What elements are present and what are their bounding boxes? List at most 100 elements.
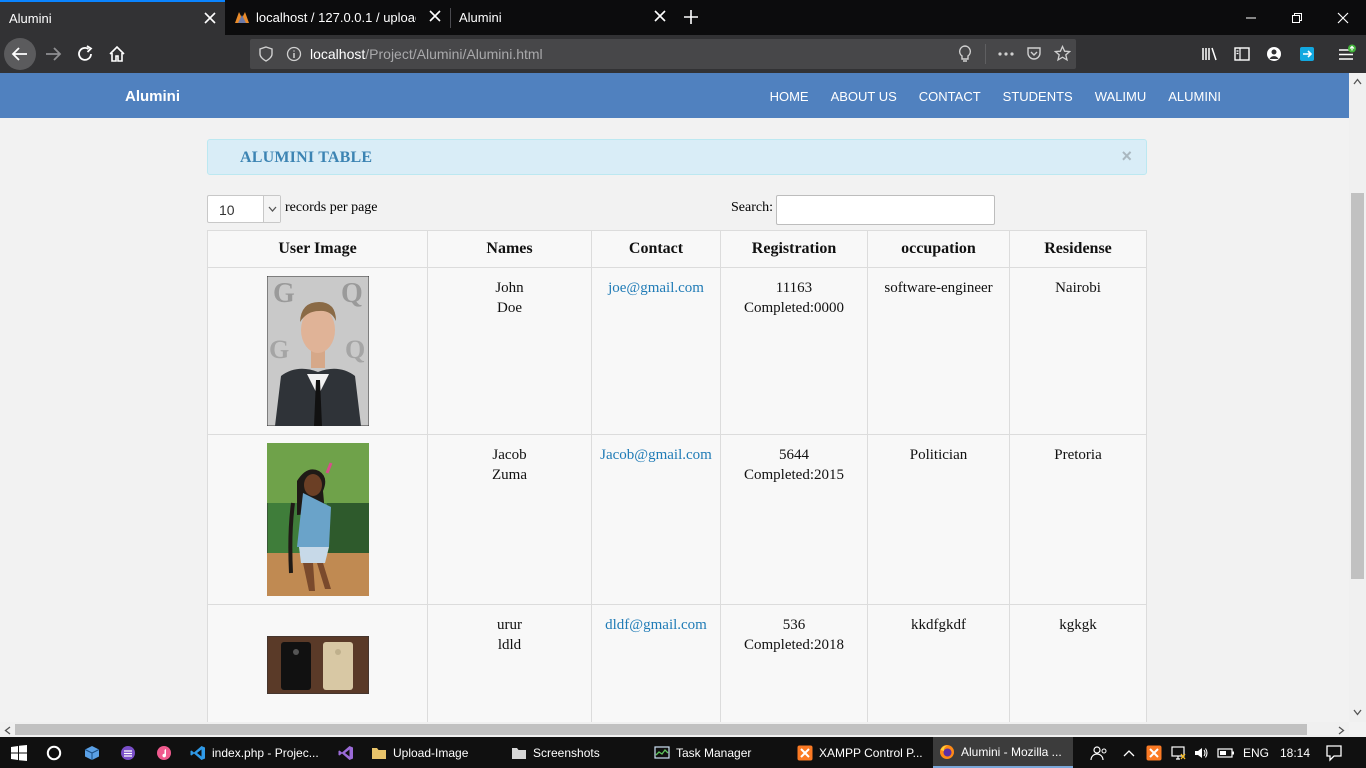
registration-cell: 536 Completed:2018 — [720, 604, 868, 722]
user-photo[interactable]: G Q G Q — [266, 276, 369, 426]
forward-button[interactable] — [38, 39, 68, 69]
windows-logo-icon — [11, 744, 27, 761]
people-button[interactable] — [1090, 737, 1108, 768]
column-header[interactable]: Contact — [591, 230, 721, 268]
xampp-icon — [797, 745, 813, 760]
home-button[interactable] — [102, 39, 132, 69]
email-link[interactable]: Jacob@gmail.com — [600, 447, 712, 463]
url-text[interactable]: localhost/Project/Alumini/Alumini.html — [310, 46, 543, 62]
lightbulb-icon[interactable] — [957, 45, 973, 63]
more-actions-icon[interactable] — [997, 46, 1015, 62]
chevron-down-icon — [268, 206, 276, 212]
tray-overflow-button[interactable] — [1123, 737, 1135, 768]
email-link[interactable]: dldf@gmail.com — [605, 617, 707, 633]
close-tab-icon[interactable] — [428, 9, 442, 23]
taskbar-item[interactable]: Task Manager — [648, 737, 788, 768]
names-cell: Jacob Zuma — [427, 434, 592, 605]
info-icon[interactable] — [286, 46, 302, 62]
search-input[interactable] — [776, 195, 995, 225]
pinned-app[interactable] — [148, 737, 180, 768]
tray-icon[interactable] — [1146, 737, 1162, 768]
extension-button[interactable] — [1292, 39, 1322, 69]
notification-icon — [1326, 744, 1342, 762]
tray-icon[interactable] — [1170, 737, 1186, 768]
tray-icon[interactable] — [1217, 737, 1235, 768]
records-per-page-label: records per page — [285, 200, 378, 215]
alert-close-button[interactable]: × — [1121, 146, 1132, 167]
scroll-down-icon[interactable] — [1353, 709, 1362, 716]
tray-icon[interactable] — [1193, 737, 1209, 768]
taskbar-item[interactable]: XAMPP Control P... — [791, 737, 931, 768]
column-header[interactable]: Names — [427, 230, 592, 268]
pinned-app[interactable] — [76, 737, 108, 768]
nav-alumini-link[interactable]: ALUMINI — [1168, 89, 1221, 104]
scroll-up-icon[interactable] — [1353, 78, 1362, 85]
browser-tab[interactable]: Alumini — [0, 0, 225, 35]
taskbar-item[interactable]: index.php - Projec... — [184, 737, 324, 768]
scroll-right-icon[interactable] — [1338, 726, 1345, 735]
nav-students-link[interactable]: STUDENTS — [1003, 89, 1073, 104]
taskbar-item-active[interactable]: Alumini - Mozilla ... — [933, 737, 1073, 768]
language-indicator[interactable]: ENG — [1243, 737, 1269, 768]
address-bar[interactable]: localhost/Project/Alumini/Alumini.html — [250, 39, 1076, 69]
taskbar-item[interactable]: Screenshots — [505, 737, 645, 768]
completion-year: Completed:0000 — [744, 300, 844, 316]
user-photo[interactable] — [266, 636, 369, 694]
minimize-button[interactable] — [1228, 0, 1274, 35]
task-manager-icon — [654, 745, 670, 759]
action-center-button[interactable] — [1325, 737, 1343, 768]
pinned-app[interactable] — [330, 737, 362, 768]
site-brand[interactable]: Alumini — [125, 88, 180, 105]
nav-contact-link[interactable]: CONTACT — [919, 89, 981, 104]
reload-button[interactable] — [70, 39, 100, 69]
close-window-button[interactable] — [1320, 0, 1366, 35]
cortana-button[interactable] — [38, 737, 70, 768]
taskbar-item[interactable]: Upload-Image — [365, 737, 505, 768]
horizontal-scrollbar[interactable] — [0, 722, 1349, 737]
user-photo[interactable] — [266, 443, 369, 596]
taskbar-item-label: index.php - Projec... — [212, 745, 319, 760]
url-host: localhost — [310, 46, 366, 62]
occupation-cell: kkdfgkdf — [867, 604, 1010, 722]
column-header[interactable]: occupation — [867, 230, 1010, 268]
sidebar-button[interactable] — [1227, 39, 1257, 69]
column-header[interactable]: User Image — [207, 230, 428, 268]
browser-tab[interactable]: Alumini — [450, 0, 675, 35]
svg-text:Q: Q — [341, 278, 363, 309]
records-per-page-select[interactable]: 10 — [207, 195, 281, 223]
new-tab-button[interactable] — [676, 2, 706, 32]
bookmark-star-icon[interactable] — [1054, 45, 1071, 62]
nav-about-link[interactable]: ABOUT US — [831, 89, 897, 104]
menu-button[interactable] — [1332, 39, 1362, 69]
column-header[interactable]: Residense — [1009, 230, 1147, 268]
network-icon — [1171, 745, 1186, 760]
first-name: John — [495, 280, 524, 296]
close-tab-icon[interactable] — [203, 11, 217, 25]
url-path: /Project/Alumini/Alumini.html — [365, 46, 543, 62]
account-button[interactable] — [1259, 39, 1289, 69]
vertical-scrollbar[interactable] — [1349, 73, 1366, 722]
pocket-icon[interactable] — [1026, 46, 1042, 62]
firefox-icon — [940, 744, 954, 759]
browser-tab[interactable]: localhost / 127.0.0.1 / upload_i — [225, 0, 450, 35]
back-button[interactable] — [4, 38, 36, 70]
last-name: Zuma — [492, 467, 527, 483]
vertical-scroll-thumb[interactable] — [1351, 193, 1364, 579]
clock[interactable]: 18:14 — [1280, 737, 1310, 768]
close-tab-icon[interactable] — [653, 9, 667, 23]
horizontal-scroll-thumb[interactable] — [15, 724, 1307, 735]
library-button[interactable] — [1195, 39, 1225, 69]
taskbar-item-label: Screenshots — [533, 745, 600, 760]
restore-button[interactable] — [1274, 0, 1320, 35]
nav-home-link[interactable]: HOME — [770, 89, 809, 104]
select-dropdown-arrow[interactable] — [263, 196, 280, 222]
nav-walimu-link[interactable]: WALIMU — [1095, 89, 1147, 104]
column-header[interactable]: Registration — [720, 230, 868, 268]
start-button[interactable] — [0, 737, 38, 768]
contact-cell: joe@gmail.com — [591, 267, 721, 435]
email-link[interactable]: joe@gmail.com — [608, 280, 704, 296]
last-name: ldld — [497, 637, 522, 653]
scroll-left-icon[interactable] — [4, 726, 11, 735]
pinned-app[interactable] — [112, 737, 144, 768]
table-row: G Q G Q John Doe joe@gmail.com 11163 Com… — [207, 267, 1147, 435]
